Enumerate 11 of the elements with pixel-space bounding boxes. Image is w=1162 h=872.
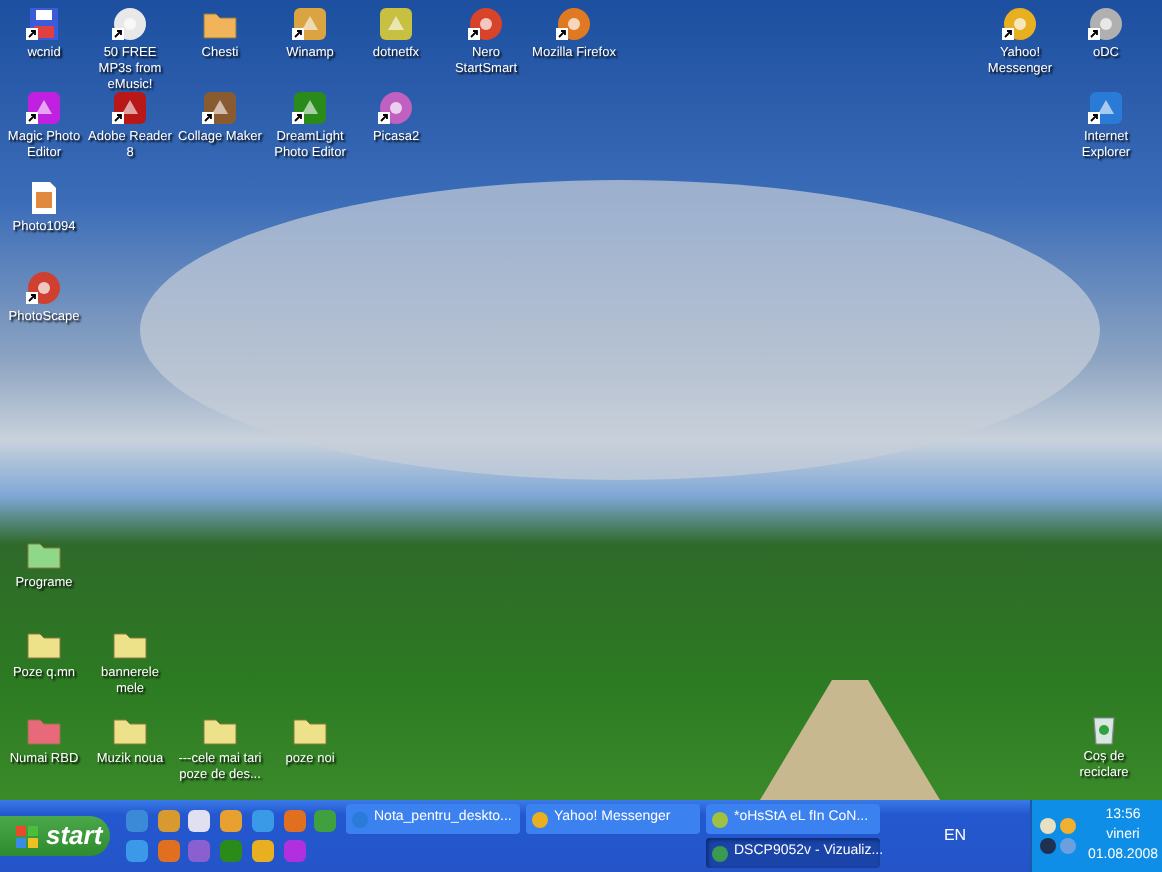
windows-logo-icon <box>16 825 38 847</box>
language-indicator[interactable]: EN <box>943 824 967 848</box>
quick-launch-icon[interactable] <box>251 810 274 832</box>
quick-launch-icon[interactable] <box>126 840 148 862</box>
quick-launch-icon[interactable] <box>157 840 180 862</box>
quick-launch-icon[interactable] <box>251 840 274 862</box>
quick-launch-icon[interactable] <box>157 810 180 832</box>
quick-launch-icon[interactable] <box>188 810 211 832</box>
quick-launch-icon[interactable] <box>220 810 243 832</box>
quick-launch-icon[interactable] <box>283 810 306 832</box>
start-button[interactable]: start <box>0 816 110 856</box>
